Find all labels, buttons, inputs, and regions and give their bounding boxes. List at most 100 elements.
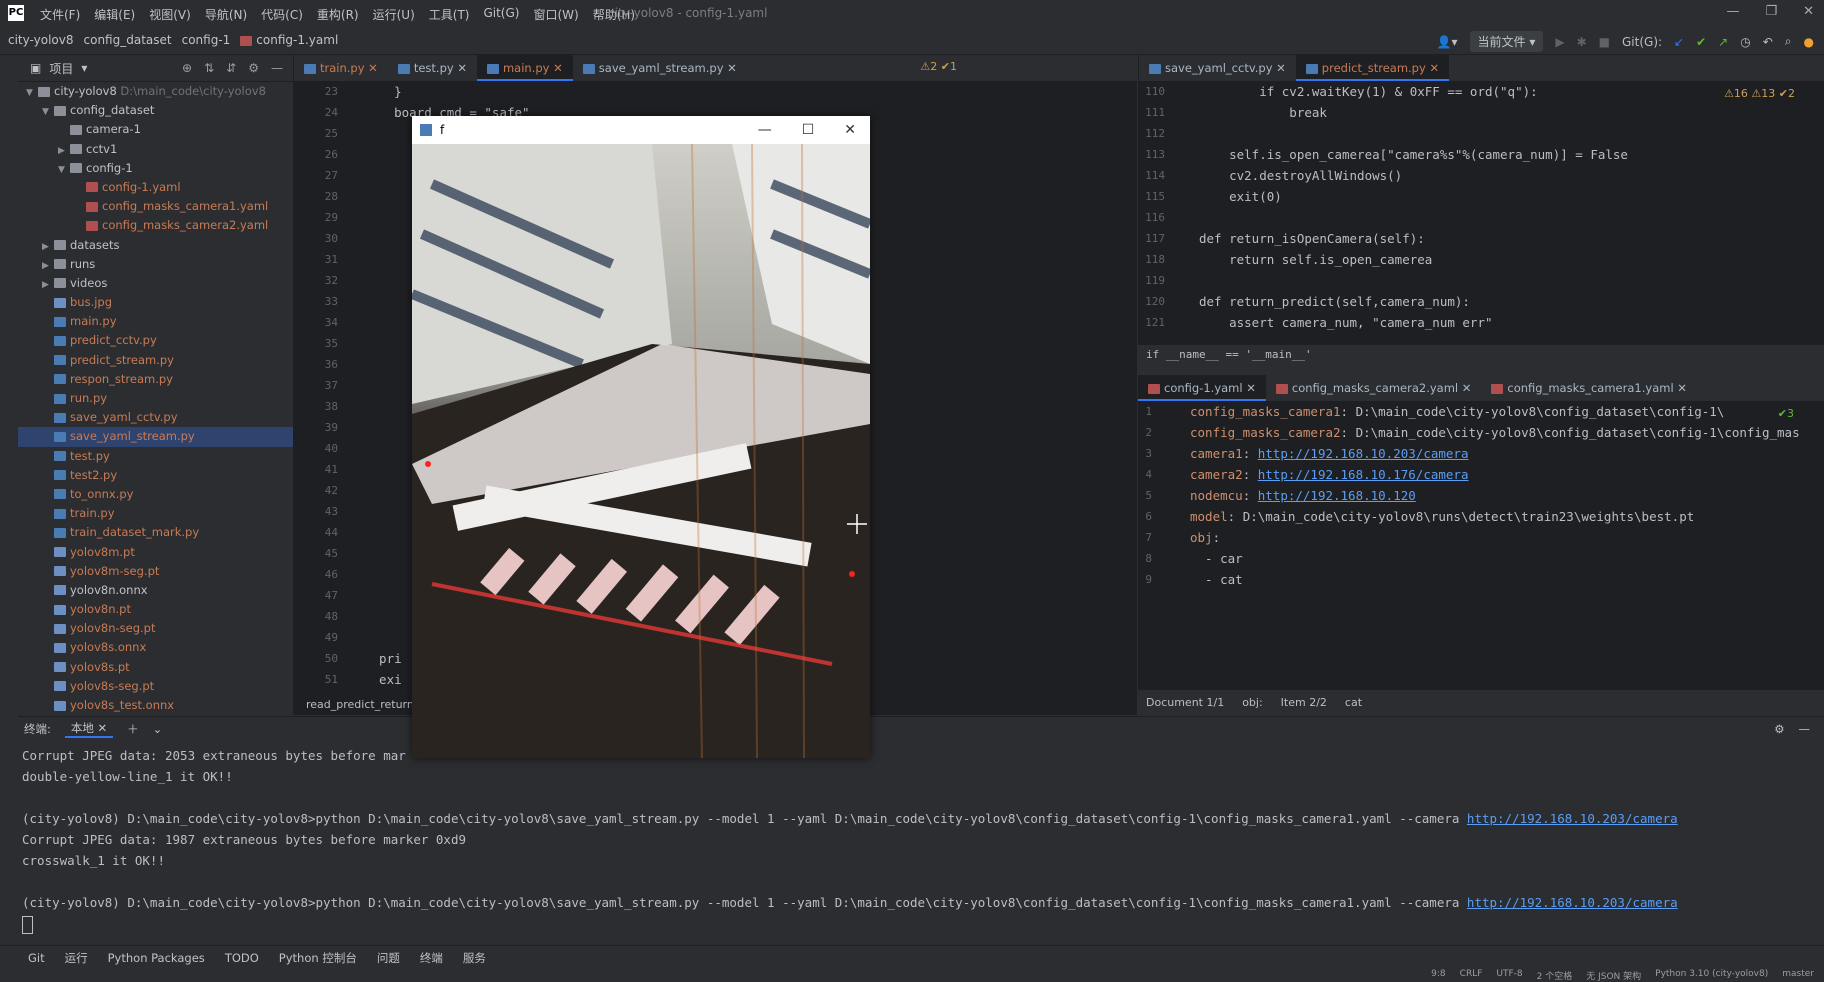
tree-item[interactable]: main.py [18,312,293,331]
hide-icon[interactable]: — [1799,722,1811,736]
code-area[interactable]: config_masks_camera1: D:\main_code\city-… [1190,401,1824,590]
yaml-crumb[interactable]: Document 1/1 [1146,692,1224,714]
stop-icon[interactable]: ■ [1599,35,1610,49]
tree-item[interactable]: yolov8n.pt [18,600,293,619]
tree-item[interactable]: yolov8m-seg.pt [18,562,293,581]
menu-item[interactable]: 文件(F) [40,6,80,23]
status-item[interactable]: 2 个空格 [1537,969,1573,982]
tool-window-button[interactable]: TODO [225,951,259,965]
maximize-icon[interactable]: ☐ [802,122,815,138]
run-config-select[interactable]: 当前文件 ▾ [1469,31,1544,52]
tool-window-button[interactable]: 运行 [65,950,88,966]
search-icon[interactable]: ⌕ [1785,34,1792,49]
close-icon[interactable]: ✕ [844,122,856,138]
expand-all-icon[interactable]: ⇅ [204,61,214,75]
git-update-icon[interactable]: ↙ [1674,35,1684,49]
yaml-crumb[interactable]: obj: [1242,692,1262,714]
tree-item[interactable]: ▼ config_dataset [18,101,293,120]
yaml-crumb[interactable]: Item 2/2 [1281,692,1327,714]
close-icon[interactable]: ✕ [549,61,563,75]
tree-item[interactable]: save_yaml_stream.py [18,427,293,447]
status-item[interactable]: CRLF [1460,969,1483,982]
status-item[interactable]: UTF-8 [1496,969,1522,982]
code-breadcrumb[interactable]: if __name__ == '__main__' [1138,346,1824,364]
menu-item[interactable]: 导航(N) [205,6,247,23]
gear-icon[interactable]: ⚙ [248,61,259,75]
tree-item[interactable]: config-1.yaml [18,178,293,197]
minimize-icon[interactable]: — [758,122,772,138]
tree-item[interactable]: train.py [18,504,293,523]
menu-item[interactable]: 视图(V) [149,6,191,23]
tool-window-button[interactable]: Git [28,951,45,965]
tree-item[interactable]: test2.py [18,466,293,485]
tree-item[interactable]: yolov8m.pt [18,543,293,562]
breadcrumb-item[interactable]: config-1.yaml [240,33,338,47]
tree-item[interactable]: config_masks_camera1.yaml [18,197,293,216]
tree-item[interactable]: yolov8n-seg.pt [18,619,293,638]
run-icon[interactable]: ▶ [1555,35,1564,49]
editor-tab[interactable]: predict_stream.py ✕ [1295,55,1450,81]
tree-item[interactable]: run.py [18,389,293,408]
tree-item[interactable]: save_yaml_cctv.py [18,408,293,427]
close-icon[interactable]: ✕ [1674,381,1687,395]
tree-item[interactable]: predict_cctv.py [18,331,293,350]
close-icon[interactable]: ✕ [1273,61,1286,75]
menu-item[interactable]: Git(G) [483,6,519,23]
status-item[interactable]: 无 JSON 架构 [1586,969,1641,982]
editor-tab[interactable]: save_yaml_cctv.py ✕ [1139,55,1296,81]
locate-icon[interactable]: ⊕ [182,61,192,75]
chevron-down-icon[interactable]: ⌄ [153,722,163,736]
yaml-link[interactable]: http://192.168.10.120 [1258,488,1416,503]
tree-item[interactable]: ▶ videos [18,274,293,293]
collapse-all-icon[interactable]: ⇵ [226,61,236,75]
yaml-crumb[interactable]: cat [1345,692,1362,714]
code-area[interactable]: if cv2.waitKey(1) & 0xFF == ord("q"): br… [1199,81,1824,333]
breadcrumb-item[interactable]: city-yolov8 [8,33,74,47]
tree-item[interactable]: to_onnx.py [18,485,293,504]
project-title[interactable]: 项目 [49,60,73,77]
tree-item[interactable]: bus.jpg [18,293,293,312]
restore-icon[interactable]: ❐ [1765,4,1777,19]
editor-tab[interactable]: config_masks_camera2.yaml ✕ [1266,375,1482,401]
add-terminal-icon[interactable]: ＋ [127,721,139,737]
editor-tab[interactable]: test.py ✕ [388,55,477,81]
close-icon[interactable]: ✕ [454,61,467,75]
menu-item[interactable]: 运行(U) [373,6,415,23]
close-icon[interactable]: ✕ [1458,381,1472,395]
menu-item[interactable]: 窗口(W) [533,6,578,23]
editor-tab[interactable]: config_masks_camera1.yaml ✕ [1481,375,1697,401]
menu-item[interactable]: 重构(R) [317,6,359,23]
terminal-link[interactable]: http://192.168.10.203/camera [1467,895,1678,910]
tree-item[interactable]: yolov8s.onnx [18,638,293,657]
menu-item[interactable]: 工具(T) [429,6,470,23]
close-icon[interactable]: ✕ [1803,4,1814,19]
gear-icon[interactable]: ⚙ [1774,722,1784,736]
tree-item[interactable]: camera-1 [18,120,293,139]
tree-item[interactable]: yolov8s.pt [18,658,293,677]
history-icon[interactable]: ◷ [1740,35,1750,49]
tree-item[interactable]: yolov8s-seg.pt [18,677,293,696]
update-icon[interactable]: ● [1804,35,1814,49]
editor-tab[interactable]: main.py ✕ [476,55,573,81]
yaml-link[interactable]: http://192.168.10.203/camera [1258,446,1469,461]
breadcrumb-item[interactable]: config-1 [182,33,231,47]
tree-item[interactable]: ▶ cctv1 [18,140,293,159]
tab-local[interactable]: 本地 ✕ [64,720,114,738]
tree-item[interactable]: predict_stream.py [18,351,293,370]
close-icon[interactable]: ✕ [1426,61,1439,75]
user-icon[interactable]: 👤▾ [1437,35,1458,49]
camera-window[interactable]: f — ☐ ✕ [412,116,870,758]
tool-window-button[interactable]: 服务 [463,950,486,966]
terminal-link[interactable]: http://192.168.10.203/camera [1467,811,1678,826]
hide-icon[interactable]: — [271,61,283,75]
inspection-widget[interactable]: ⚠2 ✔1 [920,60,957,73]
menu-item[interactable]: 代码(C) [261,6,303,23]
editor-tab[interactable]: save_yaml_stream.py ✕ [573,55,747,81]
tool-window-button[interactable]: 问题 [377,950,400,966]
yaml-link[interactable]: http://192.168.10.176/camera [1258,467,1469,482]
editor-tab[interactable]: config-1.yaml ✕ [1138,375,1266,401]
tree-item[interactable]: yolov8n.onnx [18,581,293,600]
tree-item[interactable]: ▶ runs [18,255,293,274]
debug-icon[interactable]: ✱ [1577,35,1587,49]
git-push-icon[interactable]: ↗ [1718,35,1728,49]
